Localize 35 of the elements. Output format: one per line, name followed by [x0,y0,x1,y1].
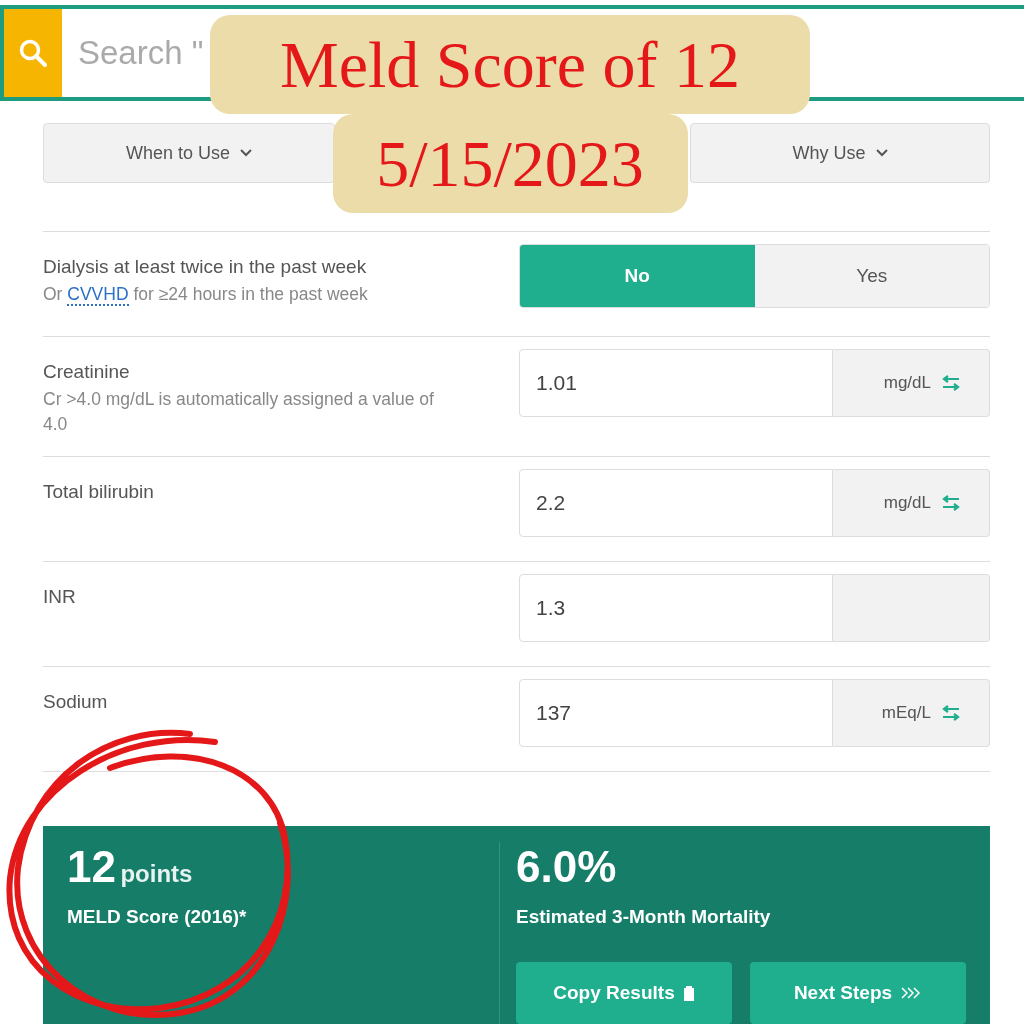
number-field[interactable]: 2.2 [519,468,833,537]
search-button[interactable] [0,5,62,101]
field-label: INR [43,585,77,608]
swap-icon [941,704,961,721]
info-tab[interactable]: Why Use [690,123,990,183]
term-link[interactable]: CVVHD [67,284,129,306]
unit-selector[interactable]: mEq/L [833,678,990,747]
mortality-value: 6.0% [516,841,618,892]
chevrons-icon [900,985,923,1000]
field-label: Sodium [43,690,109,713]
score-unit: points [120,859,193,887]
caption-label: Meld Score of 12 [210,15,810,114]
chevron-down-icon [240,149,252,157]
score-label: MELD Score (2016)* [67,905,248,928]
info-tab[interactable]: When to Use [43,123,335,183]
unit-selector[interactable]: mg/dL [833,468,990,537]
caption-label: 5/15/2023 [332,114,688,213]
field-hint: Cr >4.0 mg/dL is automatically assigned a value of 4.0 [43,388,435,437]
clipboard-icon [682,984,695,1001]
score-value: 12 [67,841,116,891]
number-field[interactable]: 1.3 [519,573,833,642]
field-hint: Or CVVHD for ≥24 hours in the past week [43,283,369,308]
toggle-option[interactable]: Yes [754,245,989,307]
search-field[interactable]: Search " [62,5,204,101]
mortality-label: Estimated 3-Month Mortality [516,905,772,928]
swap-icon [941,494,961,511]
number-field[interactable]: 1.01 [519,349,833,417]
search-icon [18,38,48,68]
unit-selector[interactable]: mg/dL [833,349,990,417]
field-label: Creatinine [43,361,131,383]
field-label: Total bilirubin [43,480,155,503]
number-field[interactable]: 137 [519,678,833,747]
chevron-down-icon [875,149,888,157]
field-label: Dialysis at least twice in the past week [43,256,368,278]
swap-icon [941,375,961,391]
